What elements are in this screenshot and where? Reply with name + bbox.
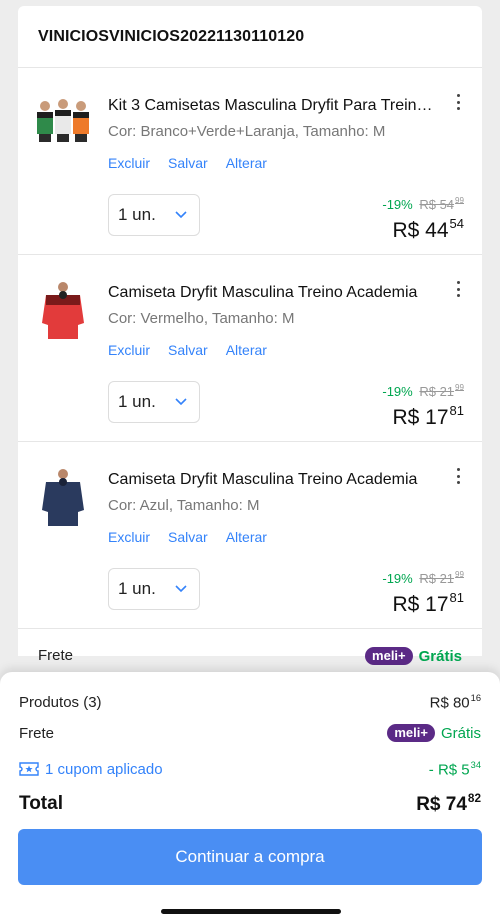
item-title[interactable]: Kit 3 Camisetas Masculina Dryfit Para Tr… xyxy=(108,97,438,115)
chevron-down-icon xyxy=(175,398,187,406)
change-link[interactable]: Alterar xyxy=(226,529,267,545)
continue-purchase-button[interactable]: Continuar a compra xyxy=(18,829,482,885)
product-thumbnail-red-shirt[interactable] xyxy=(36,281,90,341)
home-indicator xyxy=(161,909,341,914)
coupon-link[interactable]: 1 cupom aplicado xyxy=(19,761,163,778)
original-price: R$ 5499 xyxy=(419,196,464,212)
products-label: Produtos (3) xyxy=(19,693,102,711)
coupon-discount: - R$ 534 xyxy=(428,760,481,779)
discount-percent: -19% xyxy=(382,383,413,399)
save-link[interactable]: Salvar xyxy=(168,529,208,545)
product-thumbnail-navy-shirt[interactable] xyxy=(36,468,90,528)
item-variant: Cor: Branco+Verde+Laranja, Tamanho: M xyxy=(108,123,386,140)
total-label: Total xyxy=(19,793,63,815)
save-link[interactable]: Salvar xyxy=(168,342,208,358)
quantity-value: 1 un. xyxy=(118,579,156,598)
delete-link[interactable]: Excluir xyxy=(108,342,150,358)
change-link[interactable]: Alterar xyxy=(226,155,267,171)
coupon-label: 1 cupom aplicado xyxy=(45,760,163,778)
product-thumbnail-three-shirts[interactable] xyxy=(36,94,90,154)
item-title[interactable]: Camiseta Dryfit Masculina Treino Academi… xyxy=(108,284,438,302)
item-variant: Cor: Vermelho, Tamanho: M xyxy=(108,310,295,327)
coupon-row: 1 cupom aplicado - R$ 534 xyxy=(19,760,481,779)
discount-percent: -19% xyxy=(382,570,413,586)
cart-card: VINICIOSVINICIOS20221130110120 Kit 3 Cam… xyxy=(18,6,482,665)
meli-plus-badge: meli+ xyxy=(387,724,435,742)
total-row: Total R$ 7482 xyxy=(19,792,481,816)
quantity-select[interactable]: 1 un. xyxy=(108,381,200,423)
original-price: R$ 2199 xyxy=(419,570,464,586)
quantity-select[interactable]: 1 un. xyxy=(108,194,200,236)
cart-item: Camiseta Dryfit Masculina Treino Academi… xyxy=(18,442,482,629)
item-price: R$ 1781 xyxy=(392,590,464,617)
original-price: R$ 2199 xyxy=(419,383,464,399)
meli-plus-badge: meli+ xyxy=(365,647,413,665)
discount-row: -19% R$ 2199 xyxy=(382,383,464,399)
more-options-icon[interactable] xyxy=(450,92,466,112)
total-value: R$ 7482 xyxy=(416,792,481,816)
more-options-icon[interactable] xyxy=(450,279,466,299)
products-total: R$ 8016 xyxy=(429,693,481,712)
change-link[interactable]: Alterar xyxy=(226,342,267,358)
summary-shipping-free: Grátis xyxy=(440,724,481,742)
shipping-free: Grátis xyxy=(418,647,462,665)
discount-row: -19% R$ 5499 xyxy=(382,196,464,212)
item-price: R$ 4454 xyxy=(392,216,464,243)
quantity-value: 1 un. xyxy=(118,392,156,411)
item-variant: Cor: Azul, Tamanho: M xyxy=(108,497,260,514)
chevron-down-icon xyxy=(175,585,187,593)
save-link[interactable]: Salvar xyxy=(168,155,208,171)
delete-link[interactable]: Excluir xyxy=(108,155,150,171)
order-summary: Produtos (3) R$ 8016 Frete meli+ Grátis … xyxy=(0,672,500,923)
shipping-row: Frete meli+ Grátis xyxy=(18,629,482,673)
more-options-icon[interactable] xyxy=(450,466,466,486)
shipping-label: Frete xyxy=(38,647,74,664)
cart-item: Camiseta Dryfit Masculina Treino Academi… xyxy=(18,255,482,442)
delete-link[interactable]: Excluir xyxy=(108,529,150,545)
quantity-value: 1 un. xyxy=(118,205,156,224)
quantity-select[interactable]: 1 un. xyxy=(108,568,200,610)
item-title[interactable]: Camiseta Dryfit Masculina Treino Academi… xyxy=(108,471,438,489)
chevron-down-icon xyxy=(175,211,187,219)
summary-shipping-row: Frete meli+ Grátis xyxy=(19,724,481,742)
cart-item: Kit 3 Camisetas Masculina Dryfit Para Tr… xyxy=(18,68,482,255)
summary-shipping-label: Frete xyxy=(19,724,55,742)
discount-row: -19% R$ 2199 xyxy=(382,570,464,586)
discount-percent: -19% xyxy=(382,196,413,212)
item-price: R$ 1781 xyxy=(392,403,464,430)
seller-name: VINICIOSVINICIOS20221130110120 xyxy=(18,6,482,68)
coupon-ticket-icon xyxy=(19,762,39,776)
products-row: Produtos (3) R$ 8016 xyxy=(19,693,481,712)
